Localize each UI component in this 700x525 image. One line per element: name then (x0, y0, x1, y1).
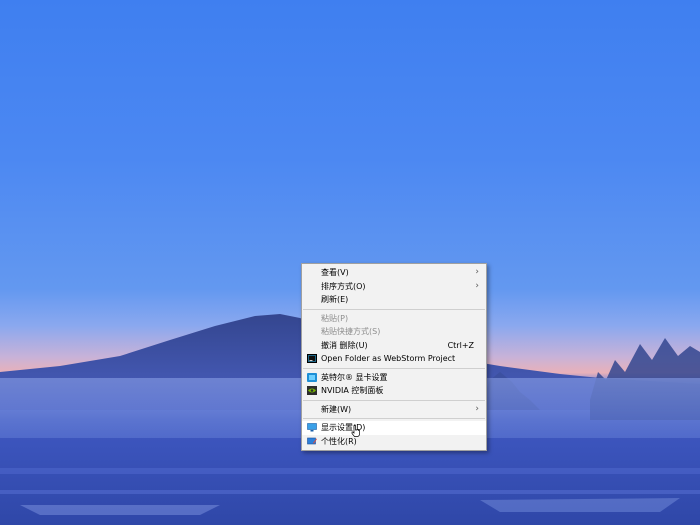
menu-item-label: 个性化(R) (321, 436, 357, 446)
hand-pointer-cursor-icon (351, 425, 360, 437)
nvidia-icon (307, 386, 317, 395)
menu-item-paste: 粘贴(P) (302, 312, 486, 326)
chevron-right-icon: › (475, 403, 479, 414)
menu-item-label: 查看(V) (321, 268, 349, 277)
menu-item-display-settings[interactable]: 显示设置(D) (302, 421, 486, 435)
chevron-right-icon: › (475, 280, 479, 291)
desktop[interactable]: 查看(V) › 排序方式(O) › 刷新(E) 粘贴(P) 粘贴快捷方式(S) … (0, 0, 700, 525)
menu-item-label: 粘贴(P) (321, 313, 349, 323)
intel-graphics-icon (307, 372, 317, 382)
menu-separator (303, 418, 485, 419)
menu-item-label: 撤消 删除(U) (321, 340, 368, 350)
personalize-icon (307, 437, 317, 444)
webstorm-icon (307, 354, 317, 363)
menu-item-undo-delete[interactable]: 撤消 删除(U) Ctrl+Z (302, 339, 486, 353)
menu-item-refresh[interactable]: 刷新(E) (302, 293, 486, 307)
menu-separator (303, 399, 485, 401)
menu-item-intel-graphics[interactable]: 英特尔® 显卡设置 (302, 371, 486, 385)
menu-item-personalize[interactable]: 个性化(R) (302, 435, 486, 449)
menu-item-label: NVIDIA 控制面板 (321, 386, 384, 395)
menu-item-new[interactable]: 新建(W) › (302, 403, 486, 417)
menu-item-label: 新建(W) (321, 404, 352, 414)
menu-item-shortcut: Ctrl+Z (447, 340, 474, 350)
menu-item-label: 粘贴快捷方式(S) (321, 327, 381, 336)
menu-item-nvidia-control-panel[interactable]: NVIDIA 控制面板 (302, 384, 486, 398)
menu-item-sort-by[interactable]: 排序方式(O) › (302, 280, 486, 294)
chevron-right-icon: › (475, 267, 479, 277)
menu-item-open-webstorm[interactable]: Open Folder as WebStorm Project (302, 352, 486, 366)
menu-item-label: 排序方式(O) (321, 281, 366, 291)
menu-separator (303, 367, 485, 369)
menu-item-label: Open Folder as WebStorm Project (321, 354, 456, 363)
menu-item-label: 英特尔® 显卡设置 (321, 372, 388, 382)
menu-item-label: 刷新(E) (321, 295, 349, 304)
display-settings-icon (307, 423, 317, 432)
desktop-context-menu: 查看(V) › 排序方式(O) › 刷新(E) 粘贴(P) 粘贴快捷方式(S) … (301, 263, 487, 451)
menu-item-view[interactable]: 查看(V) › (302, 266, 486, 280)
menu-item-paste-shortcut: 粘贴快捷方式(S) (302, 325, 486, 339)
menu-separator (303, 308, 485, 310)
